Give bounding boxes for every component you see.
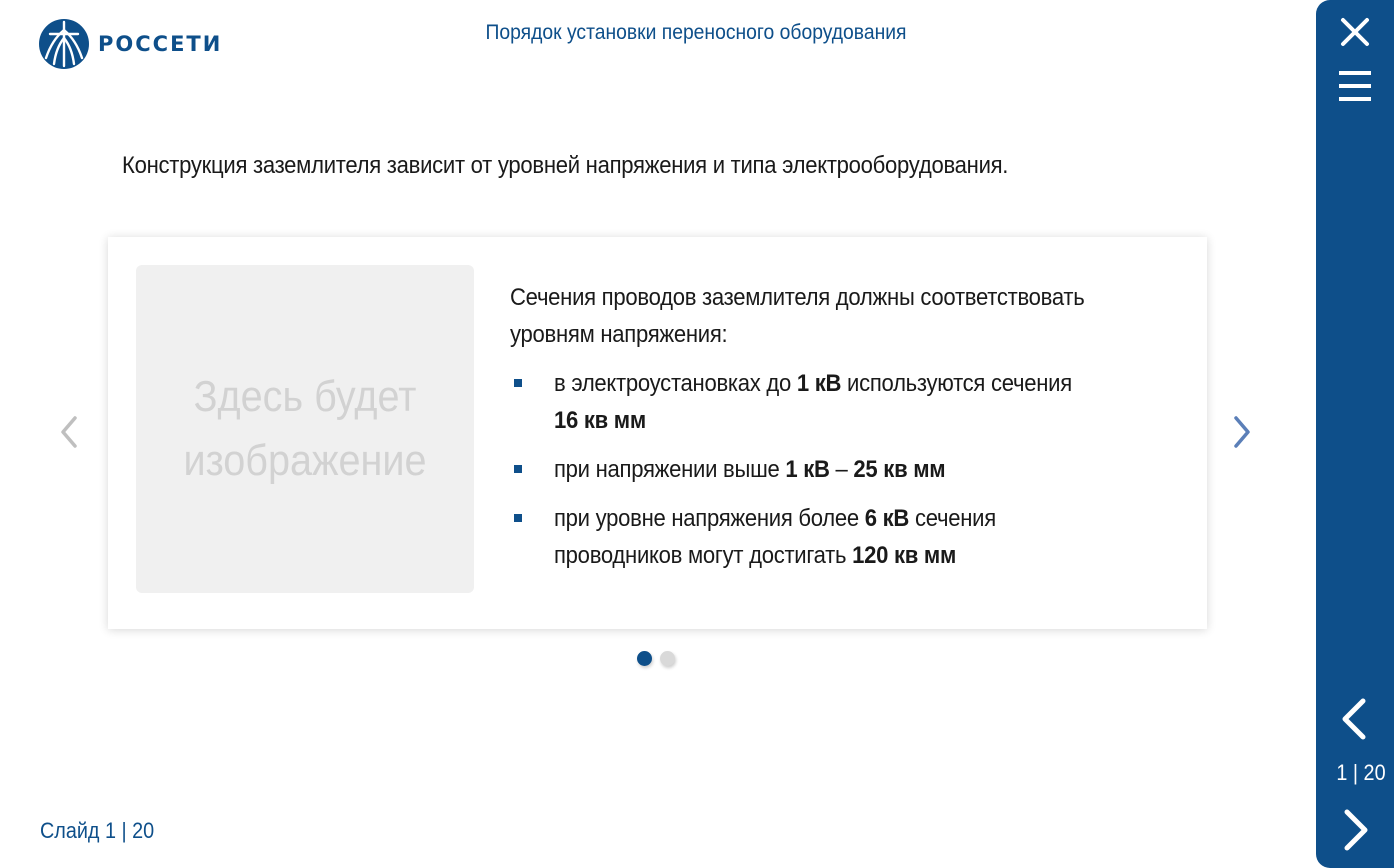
bullet-square-icon [514, 379, 522, 387]
list-item-text: при напряжении выше 1 кВ – 25 кв мм [554, 456, 946, 483]
card-lead: Сечения проводов заземлителя должны соот… [510, 284, 1085, 348]
bullet-list: в электроустановках до 1 кВ используются… [510, 365, 1190, 574]
menu-button[interactable] [1316, 68, 1394, 104]
list-item-text: в электроустановках до 1 кВ используются… [554, 370, 1072, 434]
carousel-next-button[interactable] [1226, 412, 1256, 452]
list-item: при уровне напряжения более 6 кВ сечения… [510, 500, 1190, 574]
content-card: Здесь будет изображение Сечения проводов… [108, 237, 1207, 629]
chevron-left-icon [1342, 698, 1366, 740]
sidebar: 1 | 20 [1316, 0, 1394, 868]
carousel-dot-1[interactable] [637, 651, 652, 666]
list-item: при напряжении выше 1 кВ – 25 кв мм [510, 451, 1190, 488]
list-item-text: при уровне напряжения более 6 кВ сечения… [554, 505, 996, 569]
list-item: в электроустановках до 1 кВ используются… [510, 365, 1190, 439]
next-slide-button[interactable] [1316, 806, 1394, 854]
menu-icon [1339, 71, 1371, 101]
bullet-square-icon [514, 465, 522, 473]
page-title: Порядок установки переносного оборудован… [485, 21, 907, 44]
carousel-prev-button[interactable] [55, 412, 85, 452]
close-button[interactable] [1316, 14, 1394, 50]
slide-counter: 1 | 20 [1336, 760, 1386, 785]
chevron-right-icon [1344, 809, 1368, 851]
close-icon [1341, 18, 1369, 46]
prev-slide-button[interactable] [1316, 695, 1394, 743]
intro-text: Конструкция заземлителя зависит от уровн… [122, 152, 1009, 179]
image-placeholder: Здесь будет изображение [136, 265, 474, 593]
carousel-dots [637, 651, 675, 666]
slide-label: Слайд 1 | 20 [40, 818, 155, 843]
carousel-dot-2[interactable] [660, 651, 675, 666]
chevron-left-icon [61, 416, 77, 448]
card-text: Сечения проводов заземлителя должны соот… [510, 279, 1190, 586]
image-placeholder-label: Здесь будет изображение [183, 372, 427, 485]
chevron-right-icon [1234, 416, 1250, 448]
bullet-square-icon [514, 514, 522, 522]
